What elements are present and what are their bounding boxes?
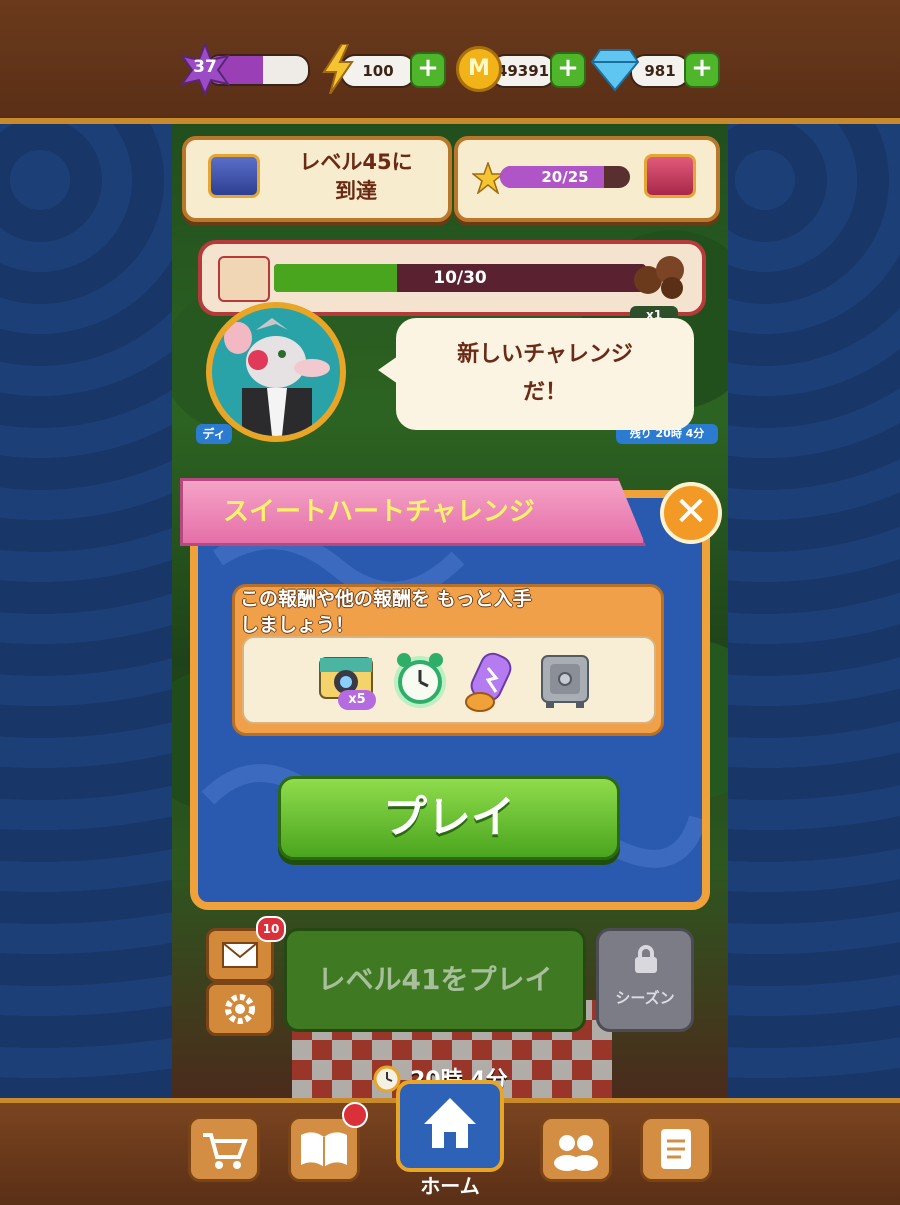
level-star-icon[interactable]: 37 [178, 41, 232, 97]
reward-items-row: x5 [242, 636, 656, 724]
friends-button[interactable] [540, 1116, 612, 1182]
stars-progress-text: 20/25 [541, 168, 589, 186]
alarm-clock-icon [390, 648, 450, 712]
home-label: ホーム [420, 1174, 480, 1198]
treasure-chest-icon [208, 154, 260, 198]
speech-text: 新しいチャレンジ だ！ [457, 342, 633, 405]
settings-button[interactable] [206, 982, 274, 1036]
play-level-button[interactable]: レベル41をプレイ [284, 928, 586, 1032]
star-chest-card[interactable]: 20/25 [454, 136, 720, 222]
add-coins-button[interactable]: + [550, 52, 586, 88]
shop-button[interactable] [188, 1116, 260, 1182]
left-event-tag: ディ [196, 424, 232, 444]
ticket-icon [218, 256, 270, 302]
speech-bubble-tail [378, 356, 398, 384]
player-level: 37 [193, 57, 217, 77]
safe-icon [538, 652, 592, 710]
play-button[interactable]: プレイ [278, 776, 620, 860]
mail-notification-badge: 10 [256, 916, 286, 942]
book-icon [301, 1132, 347, 1167]
lightning-jar-icon [462, 648, 518, 714]
speech-bubble: 新しいチャレンジ だ！ [378, 318, 694, 430]
season-button[interactable]: シーズン [596, 928, 694, 1032]
camera-count-badge: x5 [338, 690, 376, 710]
chocolate-reward-icon [632, 250, 688, 300]
book-notification-dot [342, 1102, 368, 1128]
background-pattern-right [725, 120, 900, 1110]
dialog-title-ribbon: スイートハートチャレンジ [180, 478, 646, 546]
add-gems-button[interactable]: + [684, 52, 720, 88]
character-avatar [206, 302, 346, 442]
background-pattern-left [0, 120, 175, 1110]
scroll-icon [661, 1129, 691, 1169]
shopping-cart-icon [203, 1133, 248, 1169]
add-energy-button[interactable]: + [410, 52, 446, 88]
home-button[interactable] [396, 1080, 504, 1172]
close-button[interactable]: ✕ [660, 482, 722, 544]
level-goal-text: レベル45に 到達 [299, 150, 413, 203]
season-label: シーズン [615, 989, 675, 1007]
reward-description: この報酬や他の報酬を もっと入手 しましょう！ [240, 588, 532, 636]
top-hud-bar [0, 0, 900, 124]
lightning-icon [320, 43, 356, 95]
level-goal-card[interactable]: レベル45に 到達 [182, 136, 452, 222]
coin-icon: M [456, 46, 502, 92]
diamond-icon [590, 46, 640, 92]
star-chest-icon [644, 154, 696, 198]
quest-log-button[interactable] [640, 1116, 712, 1182]
friends-icon [554, 1135, 598, 1171]
gear-icon [225, 994, 255, 1024]
house-icon [424, 1098, 476, 1148]
event-progress-text: 10/30 [433, 268, 487, 288]
lock-icon [633, 945, 659, 975]
